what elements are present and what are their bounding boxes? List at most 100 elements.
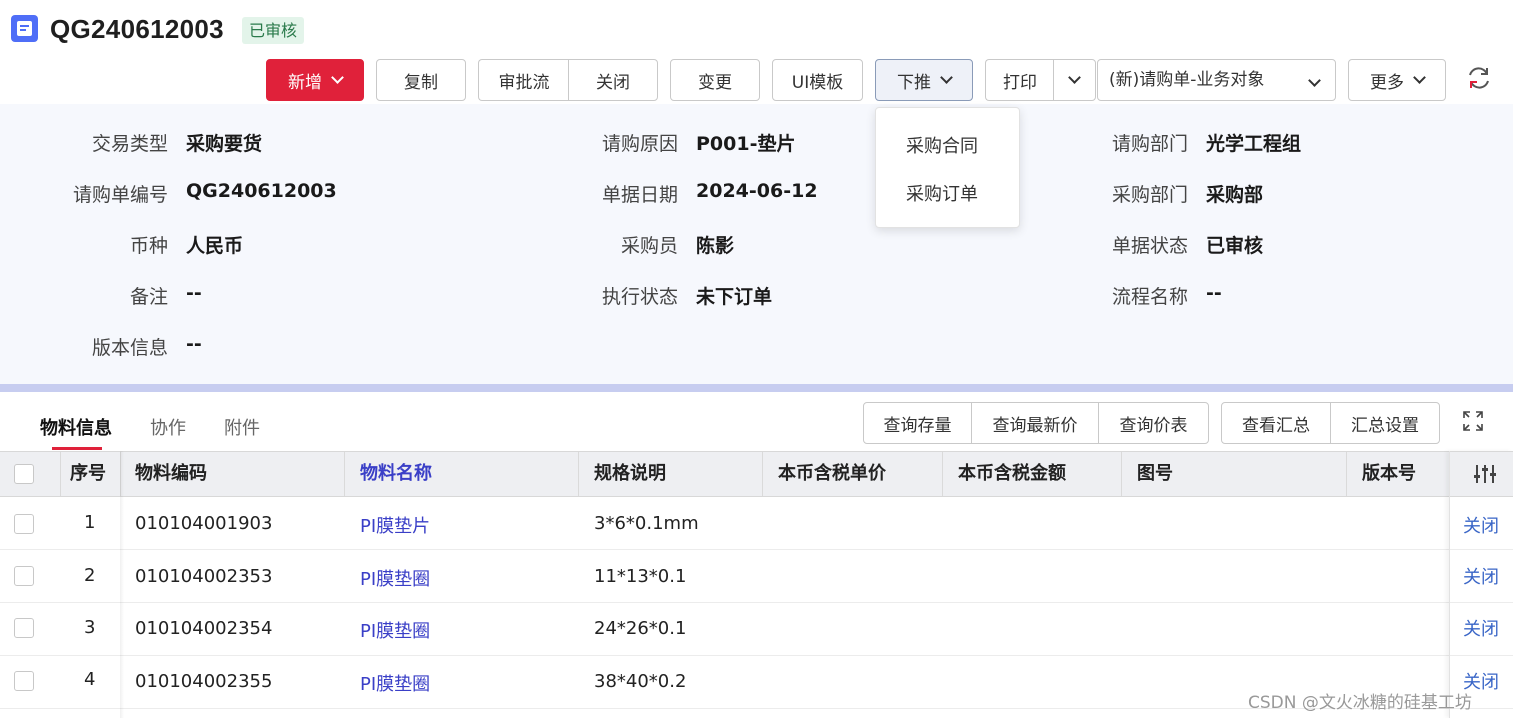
table-header: 序号 物料编码 物料名称 规格说明 本币含税单价 本币含税金额 图号 版本号 bbox=[0, 451, 1513, 497]
exec-status-value: 未下订单 bbox=[696, 286, 773, 308]
row-checkbox[interactable] bbox=[14, 566, 34, 586]
row-seq: 2 bbox=[84, 565, 96, 586]
row-seq: 4 bbox=[84, 669, 96, 690]
push-down-menu: 采购合同 采购订单 bbox=[875, 107, 1020, 228]
tab-attachments[interactable]: 附件 bbox=[224, 414, 260, 440]
version-info-label: 版本信息 bbox=[91, 337, 168, 359]
trade-type-label: 交易类型 bbox=[91, 133, 168, 155]
row-name-link[interactable]: PI膜垫圈 bbox=[360, 565, 430, 591]
column-unit-price: 本币含税单价 bbox=[778, 463, 886, 484]
doc-status-value: 已审核 bbox=[1206, 235, 1264, 257]
tab-material-info[interactable]: 物料信息 bbox=[40, 414, 112, 440]
order-no-value: QG240612003 bbox=[186, 180, 337, 202]
watermark: CSDN @文火冰糖的硅基工坊 bbox=[1248, 693, 1472, 713]
add-button[interactable]: 新增 bbox=[266, 59, 364, 101]
row-spec: 3*6*0.1mm bbox=[594, 513, 699, 534]
change-button[interactable]: 变更 bbox=[670, 59, 760, 101]
row-code: 010104001903 bbox=[135, 513, 273, 534]
column-name[interactable]: 物料名称 bbox=[360, 452, 432, 496]
table-row[interactable]: 2 010104002353 PI膜垫圈 11*13*0.1 关闭 bbox=[0, 550, 1513, 603]
column-spec: 规格说明 bbox=[594, 463, 666, 484]
add-button-label: 新增 bbox=[288, 72, 322, 93]
query-stock-button[interactable]: 查询存量 bbox=[863, 402, 972, 444]
currency-label: 币种 bbox=[129, 235, 168, 257]
trade-type-value: 采购要货 bbox=[186, 133, 263, 155]
document-title: QG240612003 bbox=[50, 14, 224, 44]
chevron-down-icon bbox=[1068, 71, 1081, 84]
select-all-checkbox[interactable] bbox=[14, 464, 34, 484]
fixed-operation-column bbox=[1449, 451, 1513, 718]
purchase-dept-label: 采购部门 bbox=[1111, 184, 1188, 206]
tab-collaboration[interactable]: 协作 bbox=[150, 414, 186, 440]
query-price-list-button[interactable]: 查询价表 bbox=[1098, 402, 1209, 444]
order-no-label: 请购单编号 bbox=[72, 184, 168, 206]
row-name-link[interactable]: PI膜垫圈 bbox=[360, 670, 430, 696]
req-dept-value: 光学工程组 bbox=[1206, 133, 1302, 155]
fixed-column-shadow bbox=[120, 451, 124, 718]
copy-button[interactable]: 复制 bbox=[376, 59, 466, 101]
table-row[interactable]: 1 010104001903 PI膜垫片 3*6*0.1mm 关闭 bbox=[0, 497, 1513, 550]
flow-name-value: -- bbox=[1206, 282, 1222, 304]
doc-status-label: 单据状态 bbox=[1111, 235, 1188, 257]
approval-flow-button[interactable]: 审批流 bbox=[478, 59, 569, 101]
chevron-down-icon bbox=[1308, 74, 1321, 87]
row-checkbox[interactable] bbox=[14, 514, 34, 534]
column-amount: 本币含税金额 bbox=[958, 463, 1066, 484]
currency-value: 人民币 bbox=[186, 235, 244, 257]
column-seq: 序号 bbox=[70, 463, 106, 484]
row-seq: 1 bbox=[84, 512, 96, 533]
remark-value: -- bbox=[186, 282, 202, 304]
reason-label: 请购原因 bbox=[601, 133, 678, 155]
reason-value: P001-垫片 bbox=[696, 133, 796, 155]
row-spec: 24*26*0.1 bbox=[594, 618, 687, 639]
table-row[interactable]: 3 010104002354 PI膜垫圈 24*26*0.1 关闭 bbox=[0, 603, 1513, 656]
row-spec: 38*40*0.2 bbox=[594, 671, 687, 692]
column-drawing-no: 图号 bbox=[1137, 463, 1173, 484]
chevron-down-icon bbox=[331, 71, 344, 84]
active-tab-indicator bbox=[52, 447, 102, 450]
query-latest-price-button[interactable]: 查询最新价 bbox=[971, 402, 1099, 444]
refresh-icon[interactable] bbox=[1465, 64, 1493, 92]
doc-date-value: 2024-06-12 bbox=[696, 180, 818, 202]
more-label: 更多 bbox=[1370, 72, 1404, 93]
ui-template-button[interactable]: UI模板 bbox=[772, 59, 863, 101]
row-code: 010104002355 bbox=[135, 671, 273, 692]
exec-status-label: 执行状态 bbox=[601, 286, 678, 308]
push-down-button[interactable]: 下推 bbox=[875, 59, 973, 101]
print-options-button[interactable] bbox=[1053, 59, 1096, 101]
buyer-value: 陈影 bbox=[696, 235, 735, 257]
version-info-value: -- bbox=[186, 333, 202, 355]
more-button[interactable]: 更多 bbox=[1348, 59, 1446, 101]
chevron-down-icon bbox=[1413, 71, 1426, 84]
column-version: 版本号 bbox=[1362, 463, 1416, 484]
status-badge: 已审核 bbox=[242, 17, 305, 44]
business-object-value: (新)请购单-业务对象 bbox=[1109, 70, 1265, 90]
row-seq: 3 bbox=[84, 617, 96, 638]
buyer-label: 采购员 bbox=[620, 235, 678, 257]
column-code: 物料编码 bbox=[135, 463, 207, 484]
row-code: 010104002353 bbox=[135, 566, 273, 587]
chevron-down-icon bbox=[940, 71, 953, 84]
remark-label: 备注 bbox=[129, 286, 168, 308]
close-button[interactable]: 关闭 bbox=[568, 59, 658, 101]
view-summary-button[interactable]: 查看汇总 bbox=[1221, 402, 1331, 444]
req-dept-label: 请购部门 bbox=[1111, 133, 1188, 155]
print-button[interactable]: 打印 bbox=[985, 59, 1054, 101]
row-spec: 11*13*0.1 bbox=[594, 566, 687, 587]
row-checkbox[interactable] bbox=[14, 671, 34, 691]
row-name-link[interactable]: PI膜垫圈 bbox=[360, 617, 430, 643]
summary-settings-button[interactable]: 汇总设置 bbox=[1330, 402, 1440, 444]
doc-date-label: 单据日期 bbox=[601, 184, 678, 206]
row-code: 010104002354 bbox=[135, 618, 273, 639]
row-name-link[interactable]: PI膜垫片 bbox=[360, 512, 430, 538]
menu-item-purchase-contract[interactable]: 采购合同 bbox=[906, 132, 978, 158]
business-object-select[interactable]: (新)请购单-业务对象 bbox=[1097, 59, 1336, 101]
menu-item-purchase-order[interactable]: 采购订单 bbox=[906, 180, 978, 206]
document-icon bbox=[11, 15, 38, 42]
push-down-label: 下推 bbox=[897, 72, 931, 93]
fullscreen-icon[interactable] bbox=[1453, 401, 1493, 441]
purchase-dept-value: 采购部 bbox=[1206, 184, 1264, 206]
section-divider bbox=[0, 384, 1513, 392]
flow-name-label: 流程名称 bbox=[1111, 286, 1188, 308]
row-checkbox[interactable] bbox=[14, 618, 34, 638]
